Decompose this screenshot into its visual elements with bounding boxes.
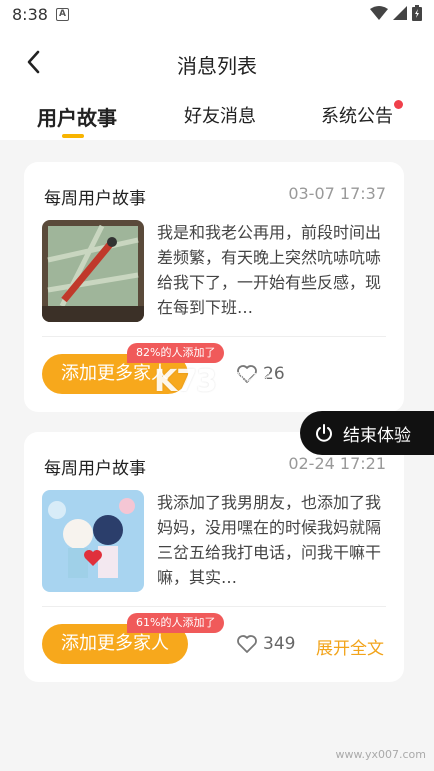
tab-system-notices[interactable]: 系统公告 — [321, 102, 393, 128]
nav-header: 消息列表 — [0, 30, 434, 96]
story-image — [42, 490, 144, 592]
status-time: 8:38 — [12, 5, 48, 24]
card-time: 03-07 17:37 — [288, 184, 386, 203]
page-title: 消息列表 — [177, 54, 257, 78]
signal-icon — [393, 6, 407, 20]
unread-dot — [394, 100, 403, 109]
corner-watermark: www.yx007.com — [335, 748, 426, 761]
percent-badge: 82%的人添加了 — [127, 343, 225, 363]
card-text: 我是和我老公再用，前段时间出差频繁，有天晚上突然吭哧吭哧给我下了，一开始有些反感… — [157, 223, 382, 317]
tab-indicator — [62, 134, 84, 138]
card-text: 我添加了我男朋友，也添加了我妈妈，没用嘿在的时候我妈就隔三岔五给我打电话，问我干… — [157, 493, 382, 587]
card-time: 02-24 17:21 — [288, 454, 386, 473]
battery-icon — [412, 5, 422, 21]
divider — [42, 336, 386, 337]
status-icons — [370, 5, 422, 21]
watermark-text: 游戏之家 — [222, 370, 271, 384]
end-experience-button[interactable]: 结束体验 — [300, 411, 434, 455]
tab-bar: 用户故事 好友消息 系统公告 — [0, 96, 434, 140]
status-bar: 8:38 A — [0, 0, 434, 30]
wifi-icon — [370, 6, 388, 20]
power-icon — [316, 424, 332, 442]
watermark-domain: .com — [222, 384, 252, 398]
like-count: 349 — [263, 634, 296, 654]
tab-friend-messages[interactable]: 好友消息 — [184, 102, 256, 128]
card-title: 每周用户故事 — [44, 459, 146, 479]
like-button[interactable]: 349 — [237, 634, 295, 654]
percent-badge: 61%的人添加了 — [127, 613, 225, 633]
card-title: 每周用户故事 — [44, 189, 146, 209]
divider — [42, 606, 386, 607]
watermark-logo: K73 — [154, 364, 217, 399]
story-card[interactable]: 每周用户故事 02-24 17:21 我添加了我男朋友，也添加了我妈妈，没用嘿在… — [24, 432, 404, 682]
notification-a-icon: A — [56, 8, 69, 21]
tab-user-stories[interactable]: 用户故事 — [37, 102, 117, 131]
expand-full-text-link[interactable]: 展开全文 — [316, 634, 384, 659]
end-experience-label: 结束体验 — [343, 425, 411, 446]
story-image — [42, 220, 144, 322]
heart-icon — [237, 635, 257, 653]
